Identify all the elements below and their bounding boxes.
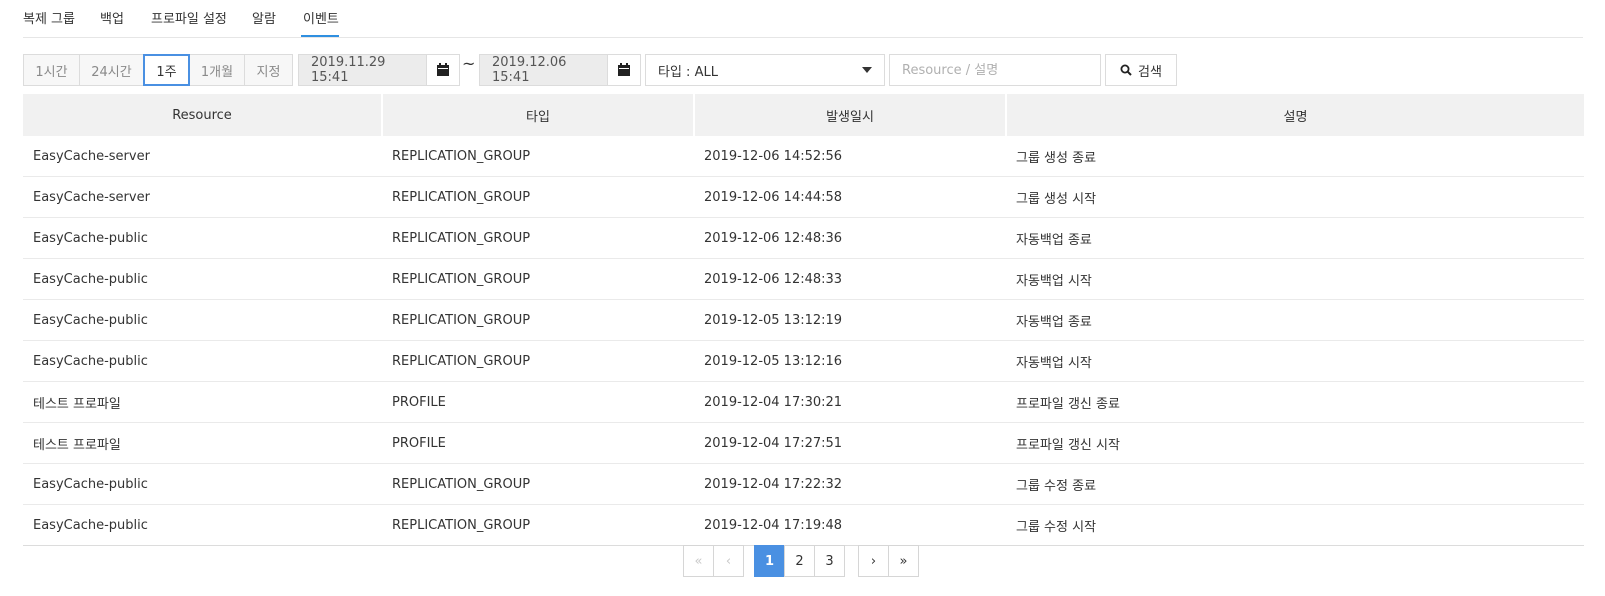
cell-description: 그룹 수정 종료 bbox=[1006, 463, 1584, 505]
cell-description: 프로파일 갱신 종료 bbox=[1006, 381, 1584, 423]
table-row[interactable]: EasyCache-server REPLICATION_GROUP 2019-… bbox=[23, 176, 1584, 218]
table-row[interactable]: EasyCache-public REPLICATION_GROUP 2019-… bbox=[23, 299, 1584, 341]
column-header-type[interactable]: 타입 bbox=[382, 94, 695, 136]
tab-profile-settings[interactable]: 프로파일 설정 bbox=[151, 8, 227, 27]
type-select[interactable]: 타입 : ALL bbox=[645, 54, 885, 86]
cell-type: REPLICATION_GROUP bbox=[382, 217, 694, 259]
first-page-button[interactable]: « bbox=[683, 545, 714, 577]
date-range-separator: ~ bbox=[462, 54, 476, 73]
prev-page-button[interactable]: ‹ bbox=[713, 545, 744, 577]
page-3-button[interactable]: 3 bbox=[814, 545, 845, 577]
page-2-button[interactable]: 2 bbox=[784, 545, 815, 577]
tab-replication-group[interactable]: 복제 그룹 bbox=[23, 8, 75, 27]
period-custom-button[interactable]: 지정 bbox=[244, 54, 293, 86]
cell-type: REPLICATION_GROUP bbox=[382, 176, 694, 218]
date-to-field[interactable]: 2019.12.06 15:41 bbox=[479, 54, 641, 86]
table-row[interactable]: EasyCache-server REPLICATION_GROUP 2019-… bbox=[23, 136, 1584, 177]
cell-occurred-at: 2019-12-06 14:52:56 bbox=[694, 136, 1006, 177]
cell-type: PROFILE bbox=[382, 381, 694, 423]
search-icon bbox=[1120, 64, 1132, 76]
cell-occurred-at: 2019-12-05 13:12:16 bbox=[694, 340, 1006, 382]
pagination-pages: 1 2 3 bbox=[754, 545, 845, 577]
cell-description: 자동백업 종료 bbox=[1006, 299, 1584, 341]
cell-occurred-at: 2019-12-04 17:19:48 bbox=[694, 504, 1006, 546]
cell-resource: EasyCache-public bbox=[23, 463, 382, 505]
cell-resource: 테스트 프로파일 bbox=[23, 381, 382, 423]
active-tab-indicator bbox=[301, 35, 339, 37]
cell-occurred-at: 2019-12-04 17:27:51 bbox=[694, 422, 1006, 464]
tab-events[interactable]: 이벤트 bbox=[303, 8, 339, 27]
cell-type: REPLICATION_GROUP bbox=[382, 136, 694, 177]
table-row[interactable]: EasyCache-public REPLICATION_GROUP 2019-… bbox=[23, 463, 1584, 505]
period-button-group: 1시간 24시간 1주 1개월 지정 bbox=[23, 54, 293, 86]
tab-alarm[interactable]: 알람 bbox=[252, 8, 276, 27]
table-row[interactable]: EasyCache-public REPLICATION_GROUP 2019-… bbox=[23, 258, 1584, 300]
cell-description: 프로파일 갱신 시작 bbox=[1006, 422, 1584, 464]
period-24hours-button[interactable]: 24시간 bbox=[79, 54, 144, 86]
cell-resource: EasyCache-public bbox=[23, 299, 382, 341]
cell-resource: EasyCache-public bbox=[23, 258, 382, 300]
date-to-value: 2019.12.06 15:41 bbox=[492, 55, 567, 85]
cell-type: REPLICATION_GROUP bbox=[382, 463, 694, 505]
pagination-next-last: › » bbox=[858, 545, 919, 577]
cell-occurred-at: 2019-12-06 14:44:58 bbox=[694, 176, 1006, 218]
column-header-resource[interactable]: Resource bbox=[23, 94, 383, 136]
search-input[interactable] bbox=[889, 54, 1101, 86]
search-button-label: 검색 bbox=[1138, 64, 1162, 80]
table-header-row: Resource 타입 발생일시 설명 bbox=[23, 94, 1584, 136]
calendar-icon[interactable] bbox=[426, 55, 459, 85]
period-1hour-button[interactable]: 1시간 bbox=[23, 54, 80, 86]
cell-occurred-at: 2019-12-05 13:12:19 bbox=[694, 299, 1006, 341]
column-header-description[interactable]: 설명 bbox=[1006, 94, 1584, 136]
cell-resource: EasyCache-public bbox=[23, 217, 382, 259]
caret-down-icon bbox=[862, 67, 872, 73]
cell-description: 자동백업 종료 bbox=[1006, 217, 1584, 259]
table-row[interactable]: EasyCache-public REPLICATION_GROUP 2019-… bbox=[23, 504, 1584, 546]
cell-description: 그룹 수정 시작 bbox=[1006, 504, 1584, 546]
column-header-occurred-at[interactable]: 발생일시 bbox=[694, 94, 1007, 136]
cell-type: REPLICATION_GROUP bbox=[382, 504, 694, 546]
pagination-first-prev: « ‹ bbox=[683, 545, 744, 577]
table-row[interactable]: 테스트 프로파일 PROFILE 2019-12-04 17:30:21 프로파… bbox=[23, 381, 1584, 423]
cell-description: 그룹 생성 종료 bbox=[1006, 136, 1584, 177]
period-1month-button[interactable]: 1개월 bbox=[189, 54, 245, 86]
events-table: Resource 타입 발생일시 설명 EasyCache-server REP… bbox=[23, 94, 1584, 546]
type-select-value: 타입 : ALL bbox=[658, 64, 718, 80]
table-row[interactable]: EasyCache-public REPLICATION_GROUP 2019-… bbox=[23, 217, 1584, 259]
search-button[interactable]: 검색 bbox=[1105, 54, 1177, 86]
cell-resource: 테스트 프로파일 bbox=[23, 422, 382, 464]
cell-description: 자동백업 시작 bbox=[1006, 258, 1584, 300]
last-page-button[interactable]: » bbox=[888, 545, 919, 577]
tab-bar: 복제 그룹 백업 프로파일 설정 알람 이벤트 bbox=[23, 0, 1583, 38]
cell-occurred-at: 2019-12-06 12:48:36 bbox=[694, 217, 1006, 259]
cell-type: REPLICATION_GROUP bbox=[382, 258, 694, 300]
table-row[interactable]: 테스트 프로파일 PROFILE 2019-12-04 17:27:51 프로파… bbox=[23, 422, 1584, 464]
cell-resource: EasyCache-public bbox=[23, 340, 382, 382]
tab-backup[interactable]: 백업 bbox=[100, 8, 124, 27]
cell-description: 자동백업 시작 bbox=[1006, 340, 1584, 382]
cell-resource: EasyCache-server bbox=[23, 176, 382, 218]
cell-description: 그룹 생성 시작 bbox=[1006, 176, 1584, 218]
cell-occurred-at: 2019-12-04 17:30:21 bbox=[694, 381, 1006, 423]
cell-occurred-at: 2019-12-06 12:48:33 bbox=[694, 258, 1006, 300]
period-1week-button[interactable]: 1주 bbox=[143, 54, 190, 86]
cell-type: REPLICATION_GROUP bbox=[382, 299, 694, 341]
cell-type: PROFILE bbox=[382, 422, 694, 464]
page-1-button[interactable]: 1 bbox=[754, 545, 785, 577]
cell-resource: EasyCache-public bbox=[23, 504, 382, 546]
cell-type: REPLICATION_GROUP bbox=[382, 340, 694, 382]
date-from-value: 2019.11.29 15:41 bbox=[311, 55, 386, 85]
date-from-field[interactable]: 2019.11.29 15:41 bbox=[298, 54, 460, 86]
table-row[interactable]: EasyCache-public REPLICATION_GROUP 2019-… bbox=[23, 340, 1584, 382]
cell-resource: EasyCache-server bbox=[23, 136, 382, 177]
calendar-icon[interactable] bbox=[607, 55, 640, 85]
next-page-button[interactable]: › bbox=[858, 545, 889, 577]
cell-occurred-at: 2019-12-04 17:22:32 bbox=[694, 463, 1006, 505]
